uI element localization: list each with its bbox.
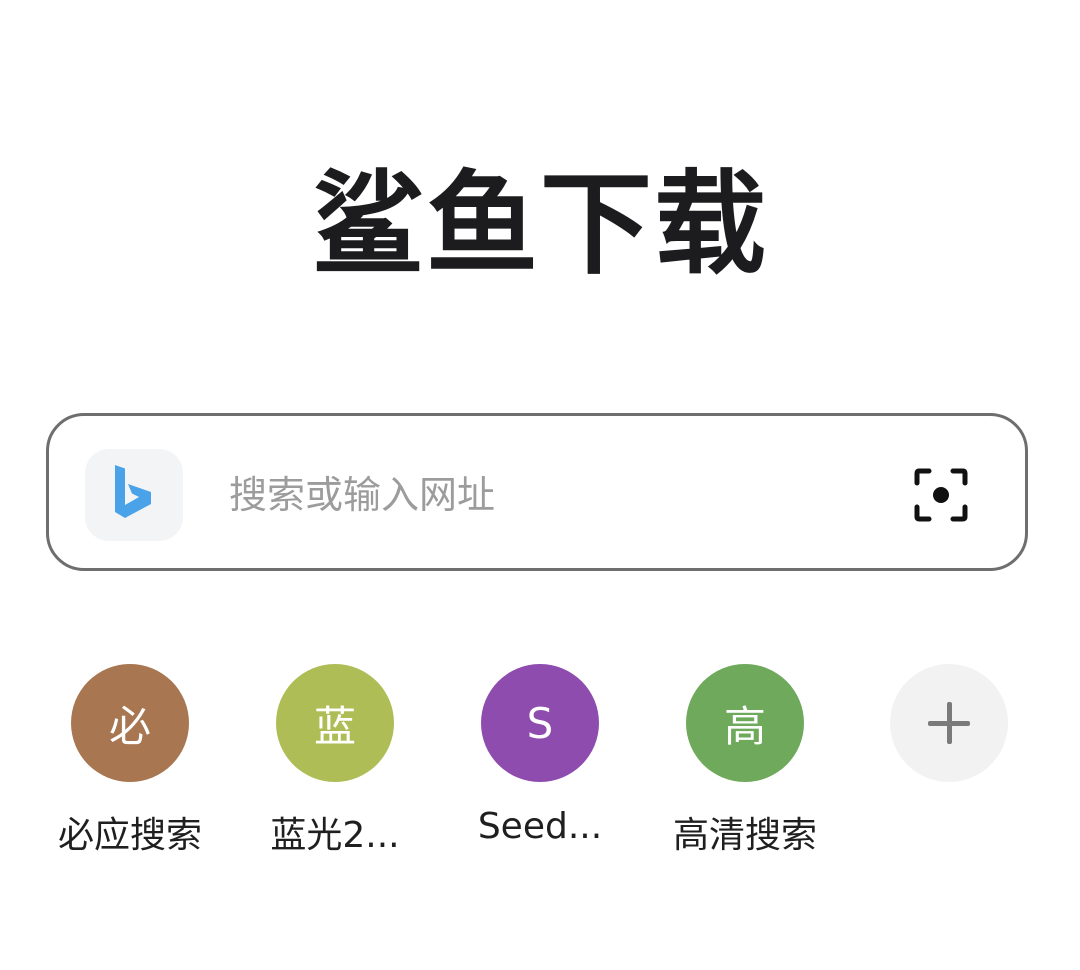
shortcut-avatar[interactable]: S (481, 664, 599, 782)
shortcut-label: 蓝光2... (270, 815, 400, 856)
app-logo-title: 鲨鱼下载 (312, 160, 768, 290)
shortcut-hd-search[interactable]: 高 高清搜索 (645, 664, 845, 858)
shortcut-avatar[interactable]: 必 (71, 664, 189, 782)
shortcut-avatar[interactable]: 蓝 (276, 664, 394, 782)
shortcut-label: 必应搜索 (57, 815, 202, 856)
bing-icon (115, 465, 151, 518)
shortcut-bing[interactable]: 必 必应搜索 (30, 664, 230, 858)
shortcut-label: Seed... (477, 806, 603, 847)
add-shortcut[interactable] (849, 664, 1049, 782)
shortcut-avatar[interactable]: 高 (686, 664, 804, 782)
search-engine-button[interactable] (85, 449, 183, 541)
shortcut-label: 高清搜索 (672, 815, 817, 856)
scan-icon[interactable] (913, 467, 969, 523)
search-input[interactable] (229, 456, 869, 534)
shortcut-seed[interactable]: S Seed... (440, 664, 640, 847)
search-bar[interactable] (46, 413, 1028, 571)
shortcut-bluray[interactable]: 蓝 蓝光2... (235, 664, 435, 858)
plus-icon[interactable] (890, 664, 1008, 782)
